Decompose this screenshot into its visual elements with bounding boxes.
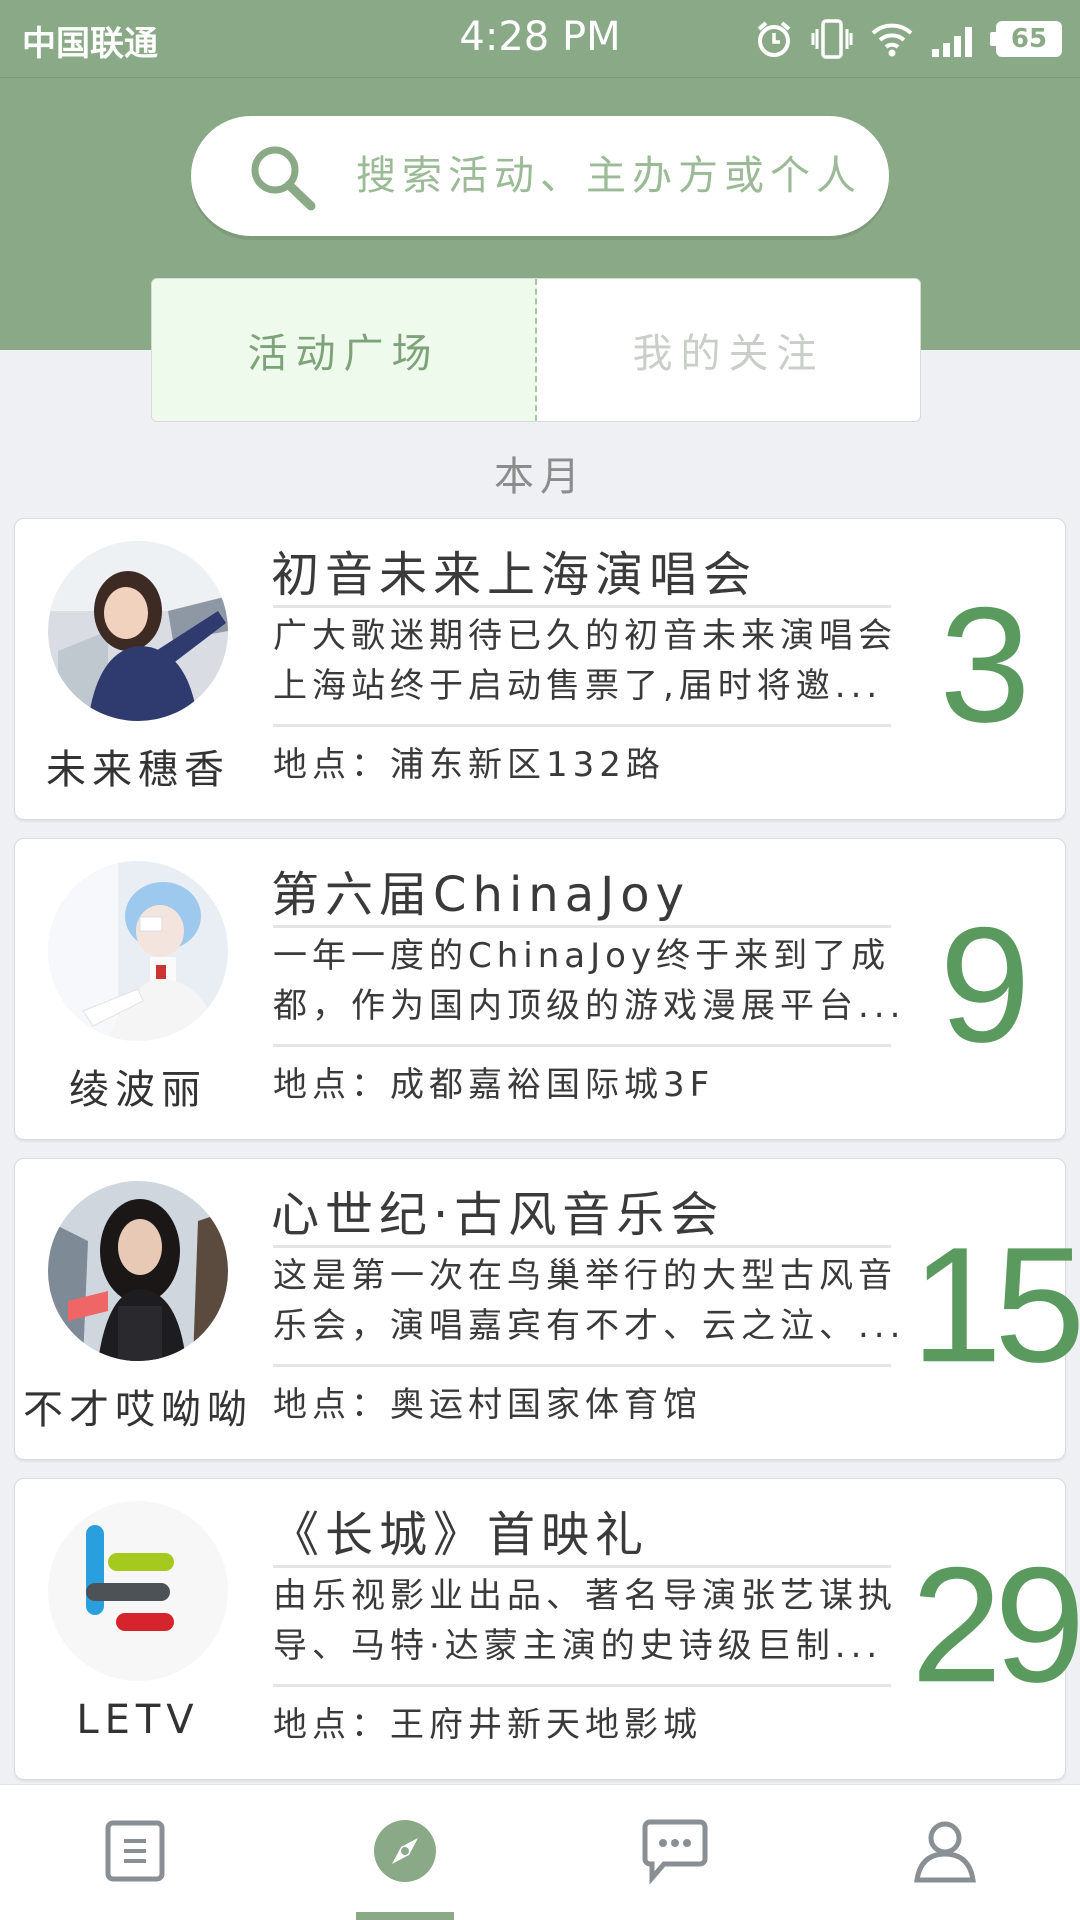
vibrate-icon [810, 17, 854, 61]
document-list-icon [103, 1819, 167, 1887]
event-location: 地点：王府井新天地影城 [273, 1705, 702, 1745]
divider [273, 724, 891, 727]
status-bar: 中国联通 4:28 PM 65 [0, 0, 1080, 78]
singer-photo-avatar[interactable] [48, 1181, 228, 1361]
battery-icon: 65 [990, 21, 1062, 57]
compass-icon [372, 1818, 438, 1888]
divider [273, 605, 891, 608]
event-title: 初音未来上海演唱会 [271, 547, 758, 603]
event-card[interactable]: 未来穗香 初音未来上海演唱会 广大歌迷期待已久的初音未来演唱会 上海站终于启动售… [14, 518, 1066, 820]
divider [273, 1565, 891, 1568]
event-card[interactable]: 绫波丽 第六届ChinaJoy 一年一度的ChinaJoy终于来到了成 都，作为… [14, 838, 1066, 1140]
nav-tab-discover[interactable] [270, 1785, 540, 1920]
event-card[interactable]: LETV 《长城》首映礼 由乐视影业出品、著名导演张艺谋执 导、马特·达蒙主演的… [14, 1478, 1080, 1780]
wifi-icon [870, 19, 914, 59]
event-location: 地点：奥运村国家体育馆 [273, 1385, 702, 1425]
divider [273, 1245, 891, 1248]
host-name: 不才哎呦呦 [23, 1387, 253, 1433]
search-bar[interactable]: 搜索活动、主办方或个人 [191, 116, 889, 236]
segmented-tabs: 活动广场 我的关注 [151, 278, 921, 422]
event-day: 29 [911, 1533, 1080, 1717]
active-tab-indicator [356, 1912, 454, 1920]
description-line: 导、马特·达蒙主演的史诗级巨制... [273, 1626, 883, 1666]
nav-tab-list[interactable] [0, 1785, 270, 1920]
event-day: 3 [939, 573, 1030, 757]
person-photo-avatar[interactable] [48, 541, 228, 721]
divider [273, 1044, 891, 1047]
description-line: 都，作为国内顶级的游戏漫展平台... [273, 986, 903, 1026]
cosplay-photo-avatar[interactable] [48, 861, 228, 1041]
event-location: 地点：浦东新区132路 [273, 745, 665, 785]
event-card[interactable]: 不才哎呦呦 心世纪·古风音乐会 这是第一次在鸟巢举行的大型古风音 乐会，演唱嘉宾… [14, 1158, 1080, 1460]
host-name: 绫波丽 [69, 1067, 207, 1113]
event-description: 由乐视影业出品、著名导演张艺谋执 导、马特·达蒙主演的史诗级巨制... [273, 1571, 903, 1671]
description-line: 乐会，演唱嘉宾有不才、云之泣、... [273, 1306, 903, 1346]
search-placeholder: 搜索活动、主办方或个人 [356, 153, 862, 199]
divider [273, 1364, 891, 1367]
event-description: 这是第一次在鸟巢举行的大型古风音 乐会，演唱嘉宾有不才、云之泣、... [273, 1251, 903, 1351]
event-list: 未来穗香 初音未来上海演唱会 广大歌迷期待已久的初音未来演唱会 上海站终于启动售… [14, 518, 1080, 1798]
description-line: 这是第一次在鸟巢举行的大型古风音 [273, 1256, 897, 1296]
event-title: 心世纪·古风音乐会 [271, 1187, 725, 1243]
section-label: 本月 [494, 454, 586, 500]
letv-logo[interactable] [48, 1501, 228, 1681]
user-profile-icon [912, 1818, 978, 1888]
event-day: 9 [939, 893, 1030, 1077]
description-line: 广大歌迷期待已久的初音未来演唱会 [273, 616, 897, 656]
status-icons: 65 [754, 14, 1062, 64]
bottom-navigation [0, 1784, 1080, 1920]
host-name: 未来穗香 [46, 747, 230, 793]
chat-bubble-icon [642, 1818, 708, 1888]
tab-activity-square[interactable]: 活动广场 [152, 279, 537, 421]
description-line: 上海站终于启动售票了,届时将邀... [273, 666, 883, 706]
tab-my-follows[interactable]: 我的关注 [537, 279, 920, 421]
signal-icon [930, 19, 980, 59]
event-title: 第六届ChinaJoy [271, 867, 691, 923]
event-description: 广大歌迷期待已久的初音未来演唱会 上海站终于启动售票了,届时将邀... [273, 611, 903, 711]
description-line: 一年一度的ChinaJoy终于来到了成 [273, 936, 891, 976]
event-day: 15 [911, 1213, 1080, 1397]
search-icon [243, 140, 323, 224]
description-line: 由乐视影业出品、著名导演张艺谋执 [273, 1576, 897, 1616]
nav-tab-profile[interactable] [810, 1785, 1080, 1920]
nav-tab-messages[interactable] [540, 1785, 810, 1920]
event-description: 一年一度的ChinaJoy终于来到了成 都，作为国内顶级的游戏漫展平台... [273, 931, 903, 1031]
event-title: 《长城》首映礼 [271, 1507, 650, 1563]
event-location: 地点：成都嘉裕国际城3F [273, 1065, 715, 1105]
divider [273, 925, 891, 928]
divider [273, 1684, 891, 1687]
host-name: LETV [76, 1697, 200, 1743]
alarm-icon [754, 19, 794, 59]
